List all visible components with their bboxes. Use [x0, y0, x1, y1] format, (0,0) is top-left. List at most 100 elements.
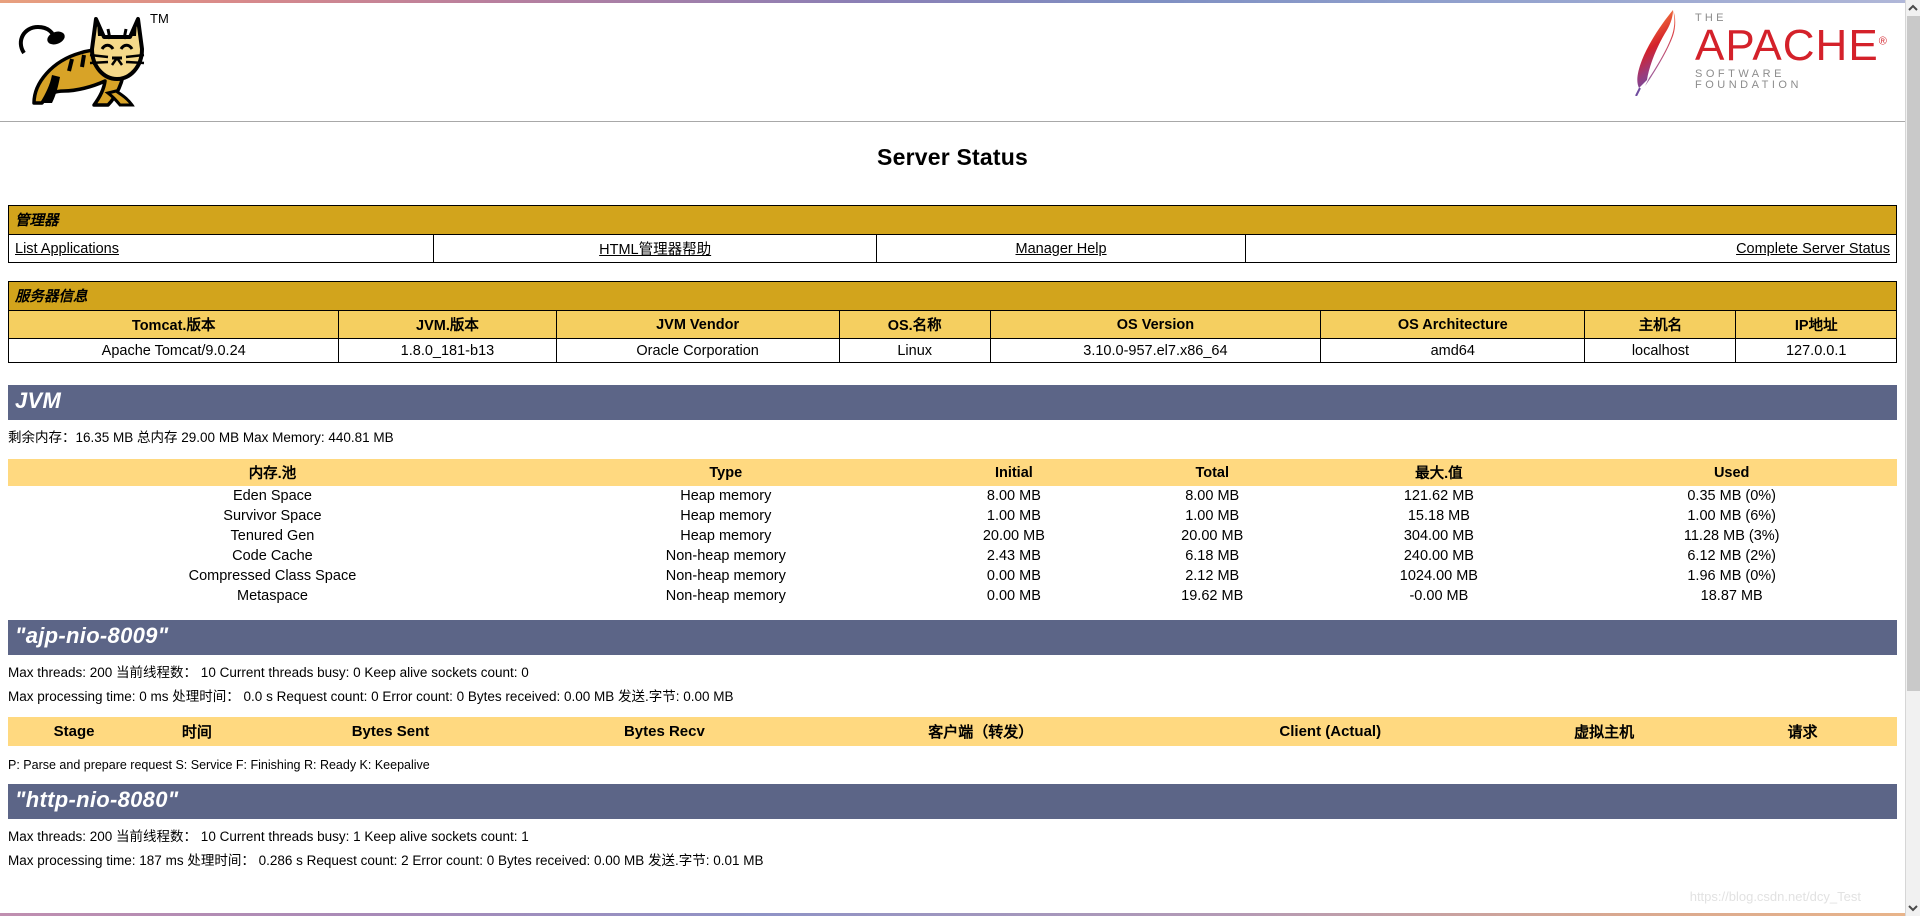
value-os-architecture: amd64: [1320, 338, 1586, 363]
connector-threads-line-ajp: Max threads: 200 当前线程数： 10 Current threa…: [8, 665, 529, 681]
pool-used: 0.35 MB (0%): [1566, 486, 1897, 507]
top-accent-line: [0, 0, 1905, 3]
apache-software-foundation-logo: THE APACHE® SOFTWARE FOUNDATION: [1633, 7, 1887, 97]
col-jvm-version: JVM.版本: [338, 310, 557, 339]
link-complete-server-status[interactable]: Complete Server Status: [1736, 241, 1890, 257]
stage-legend-ajp: P: Parse and prepare request S: Service …: [8, 757, 430, 772]
table-row: Tenured Gen Heap memory 20.00 MB 20.00 M…: [8, 526, 1897, 547]
col-client-forwarded: 客户端（转发）: [801, 716, 1161, 746]
pool-name: Compressed Class Space: [8, 566, 537, 587]
col-stage: Stage: [8, 716, 141, 746]
pool-total: 19.62 MB: [1113, 586, 1312, 607]
manager-link-cell-list-applications[interactable]: List Applications: [8, 234, 434, 263]
pool-used: 18.87 MB: [1566, 586, 1897, 607]
manager-links-table: List Applications HTML管理器帮助 Manager Help…: [8, 234, 1898, 263]
connector-stage-table-wrap-ajp: Stage 时间 Bytes Sent Bytes Recv 客户端（转发） C…: [8, 716, 1897, 746]
connector-stage-table-ajp: Stage 时间 Bytes Sent Bytes Recv 客户端（转发） C…: [8, 716, 1897, 746]
pool-type: Heap memory: [536, 506, 915, 527]
col-time: 时间: [140, 716, 254, 746]
link-html-manager-help[interactable]: HTML管理器帮助: [599, 242, 711, 258]
scroll-down-arrow-icon[interactable]: [1906, 900, 1920, 916]
link-manager-help[interactable]: Manager Help: [1016, 241, 1107, 257]
pool-total: 8.00 MB: [1113, 486, 1312, 507]
apache-feather-icon: [1635, 10, 1676, 96]
page-title: Server Status: [877, 144, 1028, 170]
table-row: Metaspace Non-heap memory 0.00 MB 19.62 …: [8, 586, 1897, 607]
server-information-heading: 服务器信息: [8, 281, 1897, 310]
pool-total: 2.12 MB: [1113, 566, 1312, 587]
value-os-name: Linux: [838, 338, 991, 363]
pool-name: Tenured Gen: [8, 526, 537, 547]
manager-link-cell-complete-server-status[interactable]: Complete Server Status: [1244, 234, 1898, 263]
scrollbar-thumb[interactable]: [1907, 16, 1920, 691]
col-hostname: 主机名: [1584, 310, 1737, 339]
manager-link-cell-manager-help[interactable]: Manager Help: [876, 234, 1246, 263]
pool-initial: 0.00 MB: [914, 586, 1114, 607]
pool-type: Non-heap memory: [536, 586, 915, 607]
col-used: Used: [1566, 459, 1897, 487]
pool-name: Eden Space: [8, 486, 537, 507]
col-tomcat-version: Tomcat.版本: [7, 310, 340, 339]
pool-initial: 20.00 MB: [914, 526, 1114, 547]
pool-type: Heap memory: [536, 486, 915, 507]
value-os-version: 3.10.0-957.el7.x86_64: [989, 338, 1322, 363]
col-total: Total: [1113, 459, 1312, 487]
pool-type: Heap memory: [536, 526, 915, 547]
scroll-up-arrow-icon[interactable]: [1906, 0, 1920, 16]
manager-link-cell-html-manager-help[interactable]: HTML管理器帮助: [432, 234, 878, 263]
col-ip-address: IP地址: [1735, 310, 1897, 339]
registered-mark: ®: [1878, 34, 1888, 47]
jvm-memory-summary: 剩余内存：16.35 MB 总内存 29.00 MB Max Memory: 4…: [8, 430, 394, 445]
pool-max: 240.00 MB: [1311, 546, 1567, 567]
value-jvm-version: 1.8.0_181-b13: [338, 338, 557, 363]
value-ip-address: 127.0.0.1: [1735, 338, 1897, 363]
pool-total: 20.00 MB: [1113, 526, 1312, 547]
pool-name: Survivor Space: [8, 506, 537, 527]
col-bytes-sent: Bytes Sent: [253, 716, 528, 746]
connector-heading-http-nio-8080: "http-nio-8080": [8, 783, 1897, 819]
pool-initial: 2.43 MB: [914, 546, 1114, 567]
connector-heading-ajp-nio-8009: "ajp-nio-8009": [8, 620, 1897, 656]
table-header-row: Tomcat.版本 JVM.版本 JVM Vendor OS.名称 OS Ver…: [7, 310, 1897, 339]
col-initial: Initial: [914, 459, 1114, 487]
connector-processing-line-http: Max processing time: 187 ms 处理时间： 0.286 …: [8, 852, 764, 868]
pool-used: 6.12 MB (2%): [1566, 546, 1897, 567]
col-bytes-recv: Bytes Recv: [527, 716, 802, 746]
pool-used: 1.96 MB (0%): [1566, 566, 1897, 587]
trademark-label: TM: [150, 11, 169, 26]
pool-max: 15.18 MB: [1311, 506, 1567, 527]
link-list-applications[interactable]: List Applications: [15, 241, 119, 257]
pool-type: Non-heap memory: [536, 546, 915, 567]
col-virtual-host: 虚拟主机: [1500, 716, 1709, 746]
value-tomcat-version: Apache Tomcat/9.0.24: [7, 338, 340, 363]
pool-max: 121.62 MB: [1311, 486, 1567, 507]
table-row: List Applications HTML管理器帮助 Manager Help…: [8, 234, 1898, 263]
table-row: Code Cache Non-heap memory 2.43 MB 6.18 …: [8, 546, 1897, 567]
pool-initial: 8.00 MB: [914, 486, 1114, 507]
jvm-heading: JVM: [8, 385, 1897, 420]
watermark-text: https://blog.csdn.net/dcy_Test: [1689, 889, 1861, 904]
pool-name: Code Cache: [8, 546, 537, 567]
manager-heading: 管理器: [8, 205, 1897, 234]
manager-section: 管理器 List Applications HTML管理器帮助 Manager …: [8, 205, 1898, 263]
vertical-scrollbar[interactable]: [1905, 0, 1920, 916]
pool-type: Non-heap memory: [536, 566, 915, 587]
connector-processing-line-ajp: Max processing time: 0 ms 处理时间： 0.0 s Re…: [8, 689, 734, 705]
value-hostname: localhost: [1584, 338, 1737, 363]
pool-total: 6.18 MB: [1113, 546, 1312, 567]
col-memory-pool: 内存.池: [8, 459, 537, 487]
table-row: Survivor Space Heap memory 1.00 MB 1.00 …: [8, 506, 1897, 527]
col-type: Type: [536, 459, 915, 487]
table-header-row: Stage 时间 Bytes Sent Bytes Recv 客户端（转发） C…: [8, 716, 1897, 746]
pool-max: -0.00 MB: [1311, 586, 1567, 607]
col-os-architecture: OS Architecture: [1320, 310, 1586, 339]
value-jvm-vendor: Oracle Corporation: [555, 338, 840, 363]
server-information-section: 服务器信息 Tomcat.版本 JVM.版本 JVM Vendor OS.名称 …: [7, 281, 1897, 363]
col-jvm-vendor: JVM Vendor: [555, 310, 840, 339]
tomcat-logo-icon: TM: [12, 5, 169, 117]
jvm-memory-pool-table: 内存.池 Type Initial Total 最大.值 Used Eden S…: [8, 459, 1897, 607]
server-information-table: Tomcat.版本 JVM.版本 JVM Vendor OS.名称 OS Ver…: [7, 310, 1897, 363]
col-os-name: OS.名称: [838, 310, 991, 339]
table-header-row: 内存.池 Type Initial Total 最大.值 Used: [8, 459, 1897, 487]
pool-total: 1.00 MB: [1113, 506, 1312, 527]
